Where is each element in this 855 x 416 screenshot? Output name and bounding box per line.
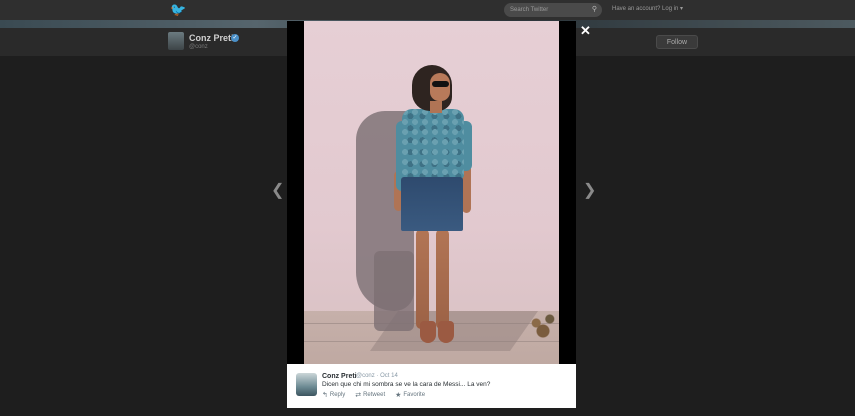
profile-name[interactable]: Conz Preti bbox=[189, 33, 234, 43]
reply-icon: ↰ bbox=[322, 392, 328, 399]
star-icon: ★ bbox=[395, 392, 402, 399]
tweet-avatar[interactable] bbox=[296, 373, 317, 396]
verified-badge-icon: ✓ bbox=[231, 34, 239, 42]
photo-person-shirt bbox=[402, 109, 464, 179]
photo-wall-shadow-legs bbox=[374, 251, 414, 331]
photo-person-leg bbox=[436, 229, 449, 329]
tweet-date[interactable]: Oct 14 bbox=[380, 373, 398, 379]
tweet-handle[interactable]: @conz bbox=[356, 373, 375, 379]
photo-person-skirt bbox=[401, 177, 463, 231]
twitter-bird-icon[interactable]: 🐦 bbox=[170, 3, 186, 17]
tweet-actions: ↰ Reply ⇄ Retweet ★ Favorite bbox=[322, 391, 425, 399]
follow-button-label: Follow bbox=[666, 39, 688, 46]
search-placeholder: Search Twitter bbox=[510, 7, 549, 13]
reply-label: Reply bbox=[329, 392, 346, 398]
tweet-photo[interactable] bbox=[304, 21, 559, 364]
top-navigation-bar: 🐦 Search Twitter ⚲ Have an account? Log … bbox=[0, 0, 855, 20]
login-link-label: Have an account? Log in bbox=[612, 6, 679, 12]
favorite-button[interactable]: ★ Favorite bbox=[395, 391, 425, 399]
close-icon[interactable]: ✕ bbox=[580, 24, 591, 37]
favorite-label: Favorite bbox=[403, 392, 426, 398]
next-media-arrow-icon[interactable]: ❯ bbox=[583, 183, 596, 199]
media-viewer bbox=[287, 21, 576, 364]
photo-person-neck bbox=[430, 101, 442, 113]
photo-person-sandal bbox=[438, 321, 454, 343]
photo-person-sunglasses bbox=[432, 81, 449, 87]
photo-plant bbox=[526, 299, 559, 339]
search-icon[interactable]: ⚲ bbox=[592, 3, 597, 17]
tweet-text: Dicen que chi mi sombra se ve la cara de… bbox=[322, 381, 491, 388]
follow-button[interactable]: Follow bbox=[656, 35, 698, 49]
photo-person-sandal bbox=[420, 321, 436, 343]
profile-handle: @conz bbox=[189, 44, 208, 50]
profile-avatar[interactable] bbox=[168, 32, 184, 50]
photo-person-leg bbox=[416, 229, 429, 329]
search-input[interactable]: Search Twitter ⚲ bbox=[504, 3, 602, 17]
retweet-label: Retweet bbox=[363, 392, 386, 398]
retweet-icon: ⇄ bbox=[355, 392, 362, 399]
previous-media-arrow-icon[interactable]: ❮ bbox=[271, 183, 284, 199]
photo-person-face bbox=[430, 73, 450, 101]
reply-button[interactable]: ↰ Reply bbox=[322, 391, 345, 399]
login-link[interactable]: Have an account? Log in ▾ bbox=[612, 5, 683, 12]
tweet-meta: @conz · Oct 14 bbox=[356, 373, 398, 379]
retweet-button[interactable]: ⇄ Retweet bbox=[355, 391, 385, 399]
tweet-author-name[interactable]: Conz Preti bbox=[322, 373, 357, 380]
tweet-card: Conz Preti @conz · Oct 14 Dicen que chi … bbox=[287, 364, 576, 408]
